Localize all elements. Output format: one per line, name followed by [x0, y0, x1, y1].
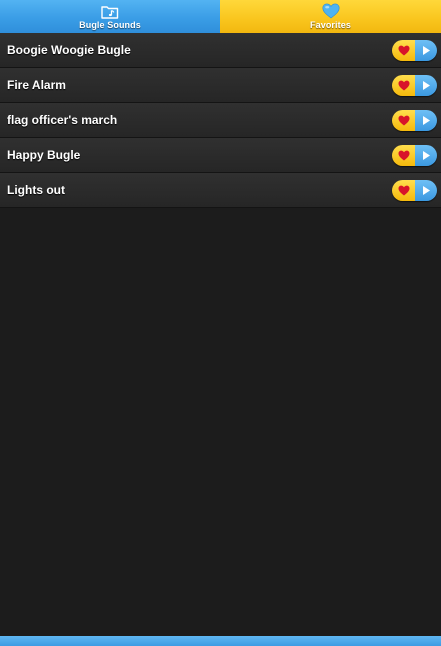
sound-title: Fire Alarm	[7, 78, 66, 92]
list-item[interactable]: flag officer's march	[0, 103, 441, 138]
favorite-button[interactable]	[392, 75, 415, 96]
heart-icon	[398, 45, 409, 56]
sound-title: Happy Bugle	[7, 148, 81, 162]
heart-icon	[321, 3, 340, 19]
play-icon	[423, 46, 430, 55]
list-item[interactable]: Lights out	[0, 173, 441, 208]
favorite-button[interactable]	[392, 145, 415, 166]
sound-title: flag officer's march	[7, 113, 118, 127]
sound-title: Boogie Woogie Bugle	[7, 43, 131, 57]
tab-favorites[interactable]: Favorites	[220, 0, 441, 33]
tab-bar: Bugle Sounds Favorites	[0, 0, 441, 33]
heart-icon	[398, 115, 409, 126]
list-item[interactable]: Boogie Woogie Bugle	[0, 33, 441, 68]
heart-icon	[398, 185, 409, 196]
sound-list: Boogie Woogie Bugle Fire Alarm flag offi…	[0, 33, 441, 208]
play-icon	[423, 186, 430, 195]
bottom-bar	[0, 636, 441, 646]
action-buttons	[392, 145, 437, 166]
tab-label: Bugle Sounds	[79, 20, 141, 30]
music-folder-icon	[101, 3, 119, 19]
favorite-button[interactable]	[392, 110, 415, 131]
play-button[interactable]	[415, 145, 437, 166]
action-buttons	[392, 75, 437, 96]
play-button[interactable]	[415, 110, 437, 131]
heart-icon	[398, 80, 409, 91]
heart-icon	[398, 150, 409, 161]
play-icon	[423, 81, 430, 90]
action-buttons	[392, 180, 437, 201]
play-icon	[423, 151, 430, 160]
favorite-button[interactable]	[392, 180, 415, 201]
tab-bugle-sounds[interactable]: Bugle Sounds	[0, 0, 220, 33]
favorite-button[interactable]	[392, 40, 415, 61]
tab-label: Favorites	[310, 20, 351, 30]
sound-title: Lights out	[7, 183, 65, 197]
play-button[interactable]	[415, 180, 437, 201]
list-item[interactable]: Happy Bugle	[0, 138, 441, 173]
action-buttons	[392, 40, 437, 61]
play-button[interactable]	[415, 75, 437, 96]
play-button[interactable]	[415, 40, 437, 61]
list-item[interactable]: Fire Alarm	[0, 68, 441, 103]
action-buttons	[392, 110, 437, 131]
play-icon	[423, 116, 430, 125]
